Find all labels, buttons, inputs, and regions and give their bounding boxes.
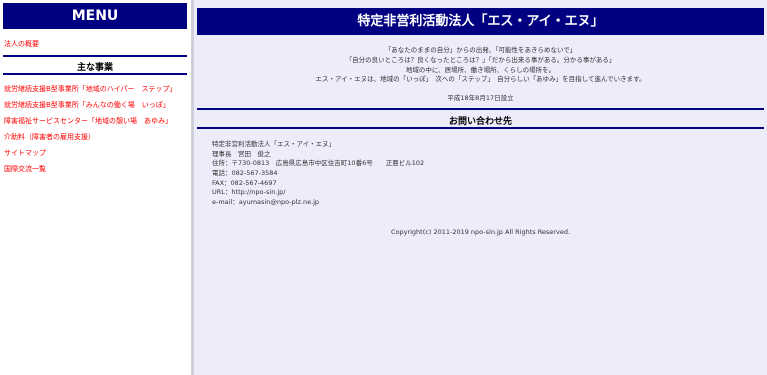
menu-header: MENU xyxy=(3,3,187,29)
page-title: 特定非営利活動法人「エス・アイ・エヌ」 xyxy=(197,8,764,35)
contact-heading: お問い合わせ先 xyxy=(448,117,512,127)
sidebar-item-sitemap[interactable]: サイトマップ xyxy=(4,148,46,158)
contact-top-rule xyxy=(197,108,764,110)
sidebar-item-exchange[interactable]: 国際交流一覧 xyxy=(4,164,46,174)
sidebar-item-ayumi[interactable]: 障害福祉サービスセンター「地域の憩い場 あゆみ」 xyxy=(4,116,172,126)
main-business-heading: 主な事業 xyxy=(76,63,113,73)
sidebar-item-support[interactable]: 介助料（障害者の雇用支援） xyxy=(4,132,95,142)
section-top-rule xyxy=(3,55,187,57)
about-link[interactable]: 法人の概要 xyxy=(4,39,39,49)
contact-phone: 電話：082-567-3584 xyxy=(212,169,278,177)
copyright: Copyright(c) 2011-2019 npo-sin.jp All Ri… xyxy=(390,228,571,236)
contact-email[interactable]: e-mail：ayumasin@npo-plz.ne.jp xyxy=(212,196,319,206)
contact-address: 住所：〒730-0813 広島県広島市中区住吉町10番6号 正亜ビル102 xyxy=(212,159,425,167)
sidebar-divider xyxy=(191,0,194,375)
intro-line: エス・アイ・エヌは、地域の「いっぽ」 次への「ステップ」 自分らしい「あゆみ」を… xyxy=(315,75,646,83)
intro-line: 「あなたのままの自分」からの出発、「可能性をあきらめないで」 xyxy=(384,46,577,54)
contact-url[interactable]: URL：http://npo-sin.jp/ xyxy=(212,186,286,196)
contact-bottom-rule xyxy=(197,127,764,129)
established-date: 平成18年8月17日設立 xyxy=(447,94,514,102)
intro-line: 「自分の良いところは？良くなったところは？」「だから出来る事がある。分かる事があ… xyxy=(345,56,616,64)
sidebar-item-ippo[interactable]: 就労継続支援B型事業所「みんなの働く場 いっぽ」 xyxy=(4,100,170,110)
section-bottom-rule xyxy=(3,73,187,75)
contact-org: 特定非営利活動法人「エス・アイ・エヌ」 xyxy=(212,140,336,148)
sidebar-item-step[interactable]: 就労継続支援B型事業所「地域のハイパー ステップ」 xyxy=(4,84,177,94)
